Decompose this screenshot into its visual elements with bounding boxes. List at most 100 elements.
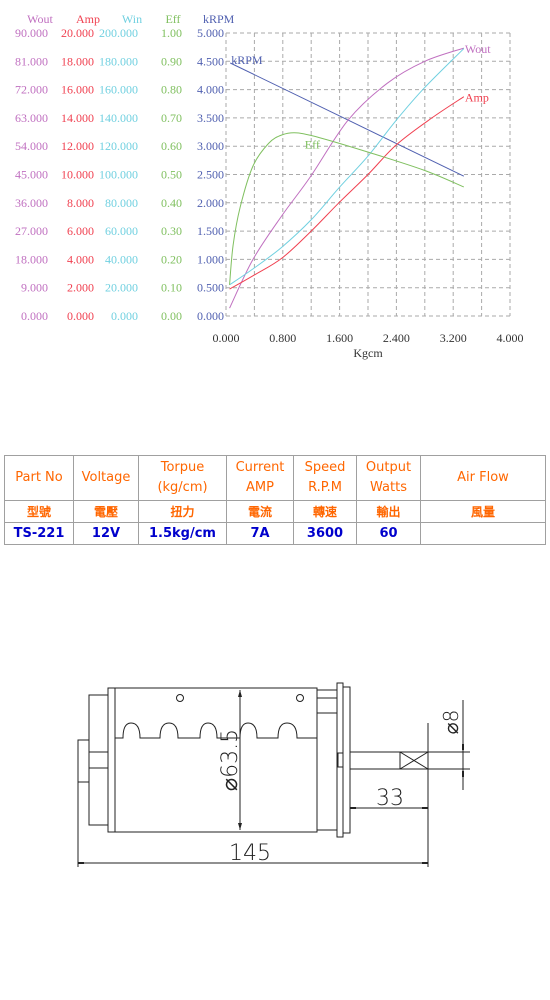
header-zh: 電壓 bbox=[73, 500, 139, 523]
rear-nub bbox=[77, 739, 90, 783]
total-length-label: 145 bbox=[229, 841, 271, 866]
x-tick-label: 0.000 bbox=[213, 331, 240, 345]
header-part-no: Part No bbox=[4, 455, 74, 501]
y-tick-label-amp: 0.000 bbox=[67, 309, 94, 323]
header-zh: 風量 bbox=[420, 500, 546, 523]
y-tick-label-wout: 27.000 bbox=[15, 224, 48, 238]
cell-current: 7A bbox=[226, 522, 294, 545]
y-tick-label-krpm: 2.500 bbox=[197, 168, 224, 182]
y-tick-label-win: 120.000 bbox=[99, 139, 138, 153]
y-tick-label-krpm: 3.500 bbox=[197, 111, 224, 125]
body-diameter-label: ⌀63.5 bbox=[218, 729, 243, 791]
series-label-amp: Amp bbox=[465, 91, 489, 105]
header-zh: 轉速 bbox=[293, 500, 357, 523]
y-tick-label-eff: 0.80 bbox=[161, 83, 182, 97]
rear-cap bbox=[88, 694, 109, 826]
header-current: Current AMP bbox=[226, 455, 294, 501]
y-tick-label-amp: 8.000 bbox=[67, 196, 94, 210]
y-tick-label-win: 60.000 bbox=[105, 224, 138, 238]
y-tick-label-eff: 0.50 bbox=[161, 168, 182, 182]
y-tick-label-eff: 0.10 bbox=[161, 281, 182, 295]
series-label-eff: Eff bbox=[305, 138, 320, 152]
performance-chart: Wout 0.000 9.000 18.000 27.000 36.000 45.000 54… bbox=[15, 12, 524, 360]
y-tick-label-wout: 18.000 bbox=[15, 252, 48, 266]
y-tick-label-eff: 0.20 bbox=[161, 252, 182, 266]
y-tick-label-eff: 0.70 bbox=[161, 111, 182, 125]
cell-voltage: 12V bbox=[73, 522, 139, 545]
x-axis-label: Kgcm bbox=[353, 346, 383, 360]
y-tick-label-wout: 36.000 bbox=[15, 196, 48, 210]
y-tick-label-eff: 0.60 bbox=[161, 139, 182, 153]
header-speed: Speed R.P.M bbox=[293, 455, 357, 501]
header-zh: 輸出 bbox=[356, 500, 421, 523]
y-tick-label-eff: 0.30 bbox=[161, 224, 182, 238]
table-row: TS-221 12V 1.5kg/cm 7A 3600 60 bbox=[4, 522, 546, 545]
x-tick-label: 0.800 bbox=[269, 331, 296, 345]
y-tick-label-krpm: 4.500 bbox=[197, 54, 224, 68]
cell-air-flow bbox=[420, 522, 546, 545]
axis-title-wout: Wout bbox=[27, 12, 53, 26]
y-tick-label-krpm: 1.000 bbox=[197, 252, 224, 266]
y-tick-label-krpm: 4.000 bbox=[197, 83, 224, 97]
y-tick-label-amp: 14.000 bbox=[61, 111, 94, 125]
y-tick-label-wout: 63.000 bbox=[15, 111, 48, 125]
motor-body bbox=[107, 687, 318, 833]
y-tick-label-krpm: 0.000 bbox=[197, 309, 224, 323]
y-tick-label-amp: 10.000 bbox=[61, 168, 94, 182]
y-tick-label-amp: 6.000 bbox=[67, 224, 94, 238]
table-header-row: Part No Voltage Torpue (kg/cm) Current A… bbox=[4, 455, 546, 501]
y-tick-label-wout: 9.000 bbox=[21, 281, 48, 295]
x-tick-label: 3.200 bbox=[440, 331, 467, 345]
header-zh: 型號 bbox=[4, 500, 74, 523]
header-voltage: Voltage bbox=[73, 455, 139, 501]
axis-title-eff: Eff bbox=[165, 12, 180, 26]
y-tick-label-krpm: 5.000 bbox=[197, 26, 224, 40]
y-tick-label-win: 100.000 bbox=[99, 168, 138, 182]
y-tick-label-krpm: 3.000 bbox=[197, 139, 224, 153]
header-torque: Torpue (kg/cm) bbox=[138, 455, 227, 501]
magnet-outline bbox=[115, 722, 317, 739]
y-tick-label-amp: 12.000 bbox=[61, 139, 94, 153]
x-tick-label: 4.000 bbox=[497, 331, 524, 345]
y-tick-label-eff: 0.40 bbox=[161, 196, 182, 210]
y-tick-label-win: 200.000 bbox=[99, 26, 138, 40]
axis-title-krpm: kRPM bbox=[203, 12, 235, 26]
y-tick-label-win: 80.000 bbox=[105, 196, 138, 210]
series-line-win bbox=[229, 48, 465, 286]
y-tick-label-eff: 0.00 bbox=[161, 309, 182, 323]
y-tick-label-amp: 18.000 bbox=[61, 54, 94, 68]
y-tick-label-wout: 72.000 bbox=[15, 83, 48, 97]
motor-dimension-drawing: ⌀63.5 ⌀8 33 145 bbox=[77, 682, 470, 867]
table-header-zh-row: 型號 電壓 扭力 電流 轉速 輸出 風量 bbox=[4, 500, 546, 523]
y-tick-label-win: 160.000 bbox=[99, 83, 138, 97]
cell-output: 60 bbox=[356, 522, 421, 545]
series-line-eff bbox=[229, 132, 465, 285]
y-tick-label-amp: 4.000 bbox=[67, 252, 94, 266]
shaft-diameter-label: ⌀8 bbox=[439, 710, 463, 735]
cell-speed: 3600 bbox=[293, 522, 357, 545]
y-tick-label-amp: 16.000 bbox=[61, 83, 94, 97]
y-tick-label-wout: 90.000 bbox=[15, 26, 48, 40]
header-zh: 扭力 bbox=[138, 500, 227, 523]
y-tick-label-amp: 20.000 bbox=[61, 26, 94, 40]
y-tick-label-krpm: 2.000 bbox=[197, 196, 224, 210]
y-tick-label-win: 140.000 bbox=[99, 111, 138, 125]
y-tick-label-amp: 2.000 bbox=[67, 281, 94, 295]
y-tick-label-eff: 0.90 bbox=[161, 54, 182, 68]
header-output: Output Watts bbox=[356, 455, 421, 501]
y-tick-label-krpm: 1.500 bbox=[197, 224, 224, 238]
y-tick-label-wout: 54.000 bbox=[15, 139, 48, 153]
axis-title-win: Win bbox=[122, 12, 142, 26]
cell-part-no: TS-221 bbox=[4, 522, 74, 545]
axis-title-amp: Amp bbox=[76, 12, 100, 26]
y-tick-label-krpm: 0.500 bbox=[197, 281, 224, 295]
y-tick-label-win: 40.000 bbox=[105, 252, 138, 266]
y-tick-label-win: 180.000 bbox=[99, 54, 138, 68]
y-tick-label-win: 0.000 bbox=[111, 309, 138, 323]
cell-torque: 1.5kg/cm bbox=[138, 522, 227, 545]
series-label-krpm: kRPM bbox=[231, 53, 263, 67]
y-tick-label-wout: 81.000 bbox=[15, 54, 48, 68]
x-tick-label: 1.600 bbox=[326, 331, 353, 345]
shaft bbox=[349, 751, 429, 770]
y-tick-label-wout: 0.000 bbox=[21, 309, 48, 323]
